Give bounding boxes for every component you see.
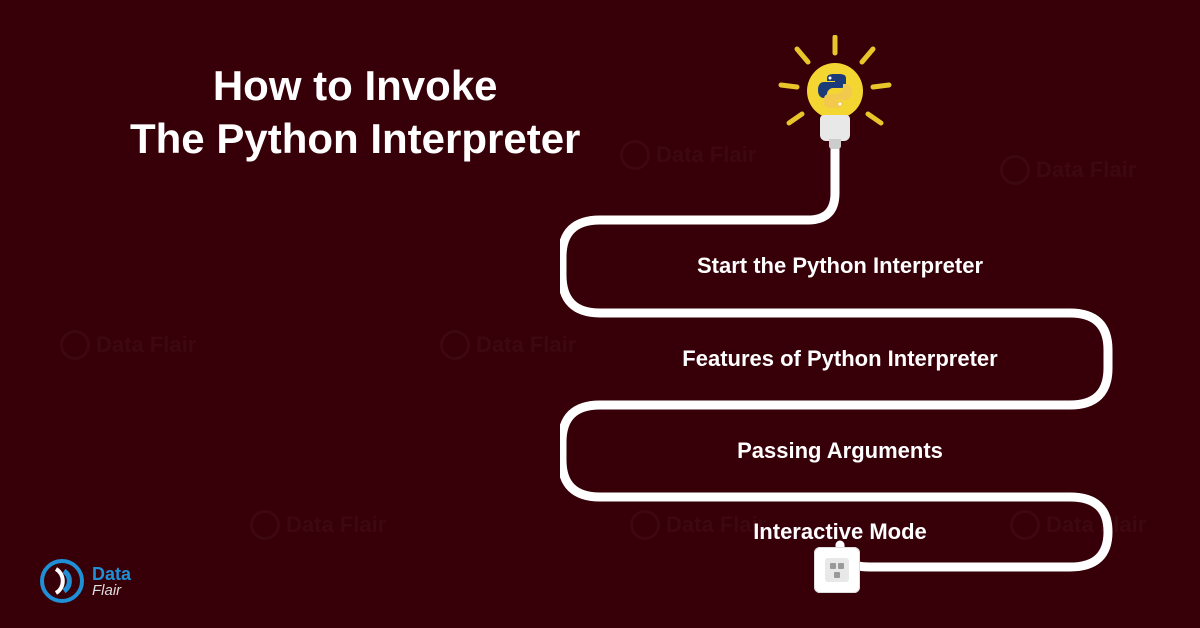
step-label-1: Start the Python Interpreter — [670, 253, 1010, 279]
logo-icon — [40, 559, 84, 603]
logo-text-bottom: Flair — [92, 583, 131, 598]
watermark: Data Flair — [60, 330, 196, 360]
step-label-2: Features of Python Interpreter — [660, 346, 1020, 372]
title-line-2: The Python Interpreter — [130, 113, 580, 166]
step-label-4: Interactive Mode — [700, 519, 980, 545]
logo-text: Data Flair — [92, 565, 131, 598]
power-socket-icon — [814, 547, 864, 597]
title-line-1: How to Invoke — [130, 60, 580, 113]
watermark: Data Flair — [250, 510, 386, 540]
step-label-3: Passing Arguments — [700, 438, 980, 464]
diagram-container: Start the Python Interpreter Features of… — [560, 35, 1140, 605]
logo-text-top: Data — [92, 565, 131, 583]
brand-logo: Data Flair — [40, 559, 131, 603]
python-icon — [817, 73, 853, 109]
lightbulb-icon — [775, 35, 895, 175]
page-title: How to Invoke The Python Interpreter — [130, 60, 580, 165]
watermark: Data Flair — [440, 330, 576, 360]
